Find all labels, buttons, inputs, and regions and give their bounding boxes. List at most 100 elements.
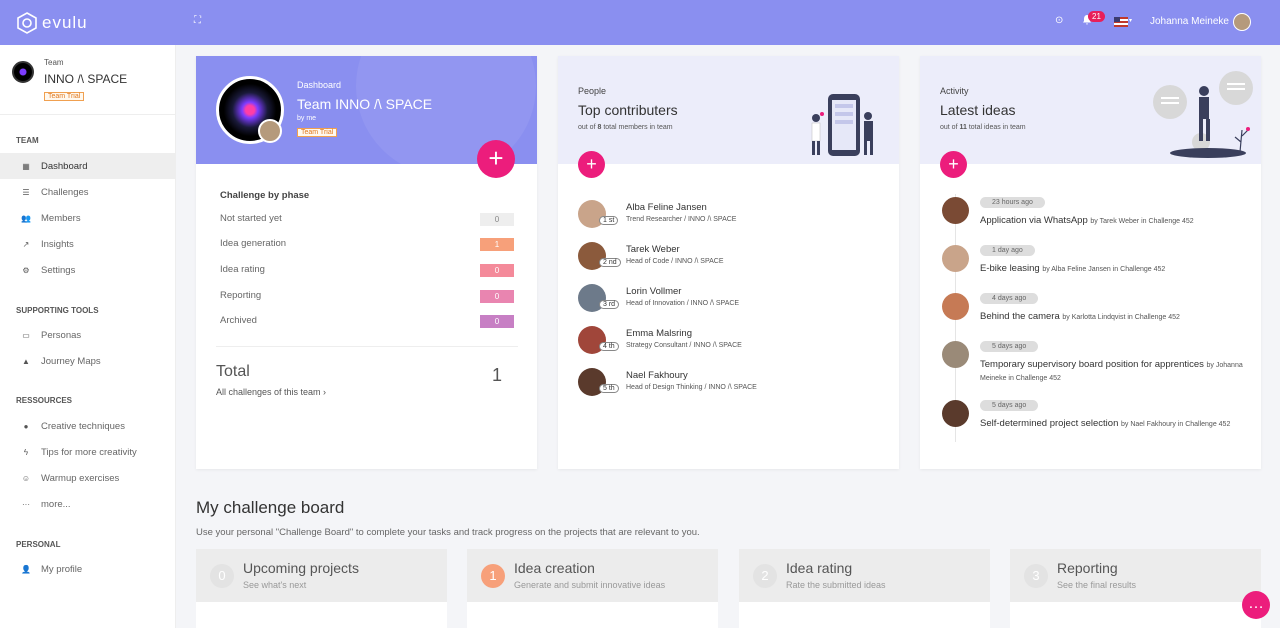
phase-row[interactable]: Reporting 0 [220, 290, 514, 304]
card-subtitle: out of 8 total members in team [578, 124, 673, 131]
rank-badge: 1 st [599, 216, 619, 225]
section-title-team: TEAM [16, 136, 39, 145]
grid-icon: ▦ [22, 161, 30, 171]
contributor-name: Tarek Weber [626, 244, 680, 255]
sidebar-item-my-profile[interactable]: 👤 My profile [0, 556, 175, 582]
owner-avatar [258, 119, 282, 143]
idea-title: Behind the camera by Karlotta Lindqvist … [980, 311, 1180, 322]
phase-title: Challenge by phase [220, 190, 310, 201]
contributor-name: Emma Malsring [626, 328, 692, 339]
idea-time: 5 days ago [980, 400, 1039, 411]
section-title-resources: RESSOURCES [16, 396, 73, 405]
idea-title: Self-determined project selection by Nae… [980, 418, 1231, 429]
app-logo[interactable]: evulu [16, 12, 88, 34]
board-title: My challenge board [196, 498, 345, 517]
sidebar-item-label: Insights [41, 238, 74, 250]
column-title: Idea rating [786, 560, 853, 576]
author-avatar [942, 400, 969, 427]
column-number: 3 [1024, 564, 1048, 588]
sidebar-item-settings[interactable]: ⚙ Settings [0, 257, 175, 283]
sidebar-item-tips[interactable]: ϟ Tips for more creativity [0, 439, 175, 465]
board-column-upcoming: 0 Upcoming projects See what's next [196, 549, 447, 628]
card-owner: by me [297, 115, 317, 122]
author-avatar [942, 341, 969, 368]
column-number: 2 [753, 564, 777, 588]
user-avatar[interactable] [1233, 13, 1251, 31]
phase-row[interactable]: Not started yet 0 [220, 213, 514, 227]
all-challenges-link[interactable]: All challenges of this team › [216, 387, 326, 397]
idea-title: E-bike leasing by Alba Feline Jansen in … [980, 263, 1166, 274]
sidebar-item-label: Dashboard [41, 160, 88, 172]
more-icon: ··· [22, 499, 30, 509]
phase-row[interactable]: Idea generation 1 [220, 238, 514, 252]
card-kicker: Activity [940, 86, 969, 96]
gear-icon: ⚙ [22, 265, 30, 275]
contributor-role: Head of Code / INNO /\ SPACE [626, 258, 724, 265]
column-subtitle: Rate the submitted ideas [786, 580, 886, 590]
rank-badge: 3 rd [599, 300, 620, 309]
sidebar-item-personas[interactable]: ▭ Personas [0, 322, 175, 348]
target-icon[interactable]: ⊙ [1055, 15, 1063, 26]
contributor-name: Alba Feline Jansen [626, 202, 707, 213]
idea-time: 4 days ago [980, 293, 1039, 304]
rank-badge: 5 th [599, 384, 619, 393]
sidebar-item-challenges[interactable]: ☰ Challenges [0, 179, 175, 205]
team-logo [12, 61, 34, 83]
column-number: 1 [481, 564, 505, 588]
dashboard-card: Dashboard Team INNO /\ SPACE by me Team … [196, 56, 537, 469]
sidebar-item-dashboard[interactable]: ▦ Dashboard [0, 153, 175, 179]
author-avatar [942, 197, 969, 224]
people-card: People Top contributers out of 8 total m… [558, 56, 899, 469]
us-flag-icon[interactable] [1114, 17, 1128, 27]
phase-label: Not started yet [220, 213, 282, 224]
team-label: Team [44, 58, 64, 67]
board-column-idea-creation: 1 Idea creation Generate and submit inno… [467, 549, 718, 628]
phase-row[interactable]: Archived 0 [220, 315, 514, 329]
idea-title: Application via WhatsApp by Tarek Weber … [980, 215, 1194, 226]
activity-card-header: Activity Latest ideas out of 11 total id… [920, 56, 1261, 164]
sidebar-item-warmup[interactable]: ☺ Warmup exercises [0, 465, 175, 491]
total-value: 1 [492, 365, 503, 385]
people-illustration [811, 94, 873, 156]
ideas-illustration [1153, 71, 1253, 158]
idea-time: 23 hours ago [980, 197, 1045, 208]
column-header: 3 Reporting See the final results [1010, 549, 1261, 602]
sidebar-item-label: Warmup exercises [41, 472, 120, 484]
column-title: Upcoming projects [243, 560, 359, 576]
column-subtitle: See what's next [243, 580, 307, 590]
phase-label: Idea rating [220, 264, 265, 275]
sidebar-item-creative-techniques[interactable]: ● Creative techniques [0, 413, 175, 439]
chevron-down-icon[interactable]: ▾ [1129, 17, 1132, 24]
trial-badge: Team Trial [44, 92, 85, 101]
flash-icon: ϟ [23, 447, 29, 457]
phase-row[interactable]: Idea rating 0 [220, 264, 514, 278]
column-header: 2 Idea rating Rate the submitted ideas [739, 549, 990, 602]
card-subtitle: out of 11 total ideas in team [940, 124, 1026, 131]
column-title: Reporting [1057, 560, 1118, 576]
list-icon: ☰ [22, 187, 30, 197]
top-bar: evulu ⛶ ⊙ 21 ▾ Johanna Meineke [0, 0, 1280, 45]
column-subtitle: Generate and submit innovative ideas [514, 580, 666, 590]
sidebar-item-more[interactable]: ··· more... [0, 491, 175, 517]
card-kicker: People [578, 86, 607, 96]
sidebar-item-members[interactable]: 👥 Members [0, 205, 175, 231]
chat-button[interactable]: … [1242, 591, 1270, 619]
rank-badge: 2 nd [599, 258, 621, 267]
add-challenge-button[interactable]: + [477, 140, 515, 178]
user-name[interactable]: Johanna Meineke [1150, 16, 1229, 27]
route-icon: ▲ [22, 356, 30, 366]
add-idea-button[interactable]: + [940, 151, 967, 178]
section-title-personal: PERSONAL [16, 540, 61, 549]
idea-time: 5 days ago [980, 341, 1039, 352]
sidebar-item-label: more... [41, 498, 71, 510]
column-number: 0 [210, 564, 234, 588]
sidebar-item-label: Challenges [41, 186, 89, 198]
sidebar-item-insights[interactable]: ↗ Insights [0, 231, 175, 257]
team-switcher[interactable]: Team INNO /\ SPACE Team Trial [0, 45, 175, 115]
add-member-button[interactable]: + [578, 151, 605, 178]
sidebar-item-label: Creative techniques [41, 420, 125, 432]
phase-count: 1 [480, 238, 514, 251]
sidebar: Team INNO /\ SPACE Team Trial TEAM ▦ Dash… [0, 45, 176, 628]
sidebar-item-journey-maps[interactable]: ▲ Journey Maps [0, 348, 175, 374]
expand-icon[interactable]: ⛶ [194, 15, 201, 26]
